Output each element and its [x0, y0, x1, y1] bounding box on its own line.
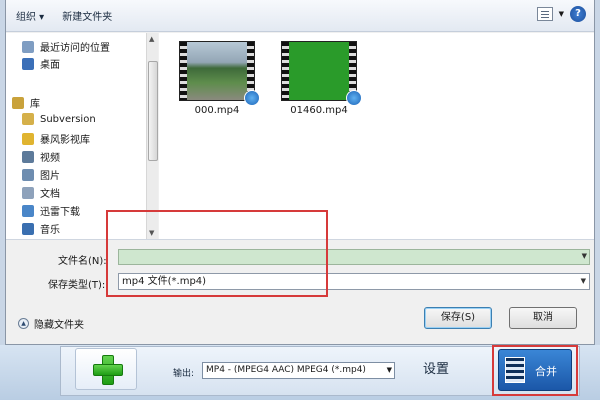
nav-item-thunder-download[interactable]: 迅雷下载: [22, 203, 80, 218]
view-dropdown-icon[interactable]: ▼: [559, 10, 564, 18]
nav-item-label: Subversion: [40, 113, 96, 125]
nav-item-music[interactable]: 音乐: [22, 221, 60, 236]
folder-icon: [22, 113, 34, 125]
nav-item-library[interactable]: 库: [12, 95, 40, 110]
view-list-icon[interactable]: [536, 7, 553, 21]
nav-item-label: 视频: [40, 153, 60, 164]
output-label: 输出:: [173, 369, 195, 379]
pictures-icon: [22, 168, 34, 181]
thumbnail-image: [289, 42, 349, 100]
nav-item-pictures[interactable]: 图片: [22, 167, 60, 182]
new-folder-button[interactable]: 新建文件夹: [62, 8, 112, 23]
nav-item-label: 最近访问的位置: [40, 43, 110, 54]
navigation-pane: 最近访问的位置 桌面 库 Subversion 暴风影视库 视频 图片 文档 迅…: [6, 33, 158, 239]
chevron-up-icon: ▲: [18, 318, 29, 329]
settings-button[interactable]: 设置: [410, 358, 462, 382]
hide-folders-toggle[interactable]: ▲ 隐藏文件夹: [18, 316, 84, 331]
cancel-button[interactable]: 取消: [509, 307, 577, 329]
nav-scrollbar[interactable]: ▲ ▼: [146, 33, 158, 239]
file-name: 01460.mp4: [290, 105, 348, 116]
nav-item-recent-places[interactable]: 最近访问的位置: [22, 39, 110, 54]
video-thumbnail: [281, 41, 362, 106]
add-file-button[interactable]: [75, 348, 137, 390]
file-list-pane: 000.mp4 01460.mp4: [159, 33, 594, 239]
annotation-highlight-filename: [106, 210, 328, 297]
video-icon: [22, 150, 34, 163]
documents-icon: [22, 186, 34, 199]
nav-item-label: 文档: [40, 189, 60, 200]
library-icon: [12, 96, 24, 109]
recent-places-icon: [22, 40, 34, 53]
nav-item-label: 图片: [40, 171, 60, 182]
output-format-select[interactable]: MP4 - (MPEG4 AAC) MPEG4 (*.mp4) ▼: [202, 362, 395, 379]
organize-button[interactable]: 组织 ▾: [16, 8, 44, 23]
media-library-icon: [22, 132, 34, 145]
nav-item-desktop[interactable]: 桌面: [22, 56, 60, 71]
media-player-badge-icon: [244, 90, 260, 106]
nav-item-label: 暴风影视库: [40, 135, 90, 146]
annotation-highlight-merge: [492, 345, 578, 396]
file-name: 000.mp4: [194, 105, 240, 116]
nav-item-label: 迅雷下载: [40, 207, 80, 218]
video-thumbnail: [179, 41, 260, 106]
nav-item-label: 库: [30, 99, 40, 110]
scroll-up-arrow-icon[interactable]: ▲: [149, 35, 154, 43]
nav-item-label: 音乐: [40, 225, 60, 236]
save-button[interactable]: 保存(S): [424, 307, 492, 329]
file-item-000[interactable]: 000.mp4: [177, 41, 260, 116]
nav-item-baofeng-library[interactable]: 暴风影视库: [22, 131, 90, 146]
screen: 组织 ▾ 新建文件夹 ▼ ? 最近访问的位置 桌面 库 Subversion 暴…: [0, 0, 600, 400]
media-player-badge-icon: [346, 90, 362, 106]
filetype-dropdown-icon[interactable]: ▼: [581, 274, 586, 289]
help-icon[interactable]: ?: [570, 6, 586, 22]
nav-item-label: 桌面: [40, 60, 60, 71]
thunder-download-icon: [22, 204, 34, 217]
filetype-label: 保存类型(T):: [48, 280, 106, 291]
desktop-icon: [22, 57, 34, 70]
nav-item-subversion[interactable]: Subversion: [22, 113, 96, 125]
nav-item-documents[interactable]: 文档: [22, 185, 60, 200]
filename-label: 文件名(N):: [58, 256, 107, 267]
thumbnail-image: [187, 42, 247, 100]
nav-item-videos[interactable]: 视频: [22, 149, 60, 164]
plus-icon: [93, 355, 123, 385]
filename-dropdown-icon[interactable]: ▼: [582, 252, 587, 260]
dialog-toolbar: 组织 ▾ 新建文件夹 ▼ ?: [6, 0, 594, 32]
file-item-01460[interactable]: 01460.mp4: [279, 41, 362, 116]
scrollbar-thumb[interactable]: [148, 61, 158, 161]
output-dropdown-icon[interactable]: ▼: [387, 363, 392, 378]
music-icon: [22, 222, 34, 235]
